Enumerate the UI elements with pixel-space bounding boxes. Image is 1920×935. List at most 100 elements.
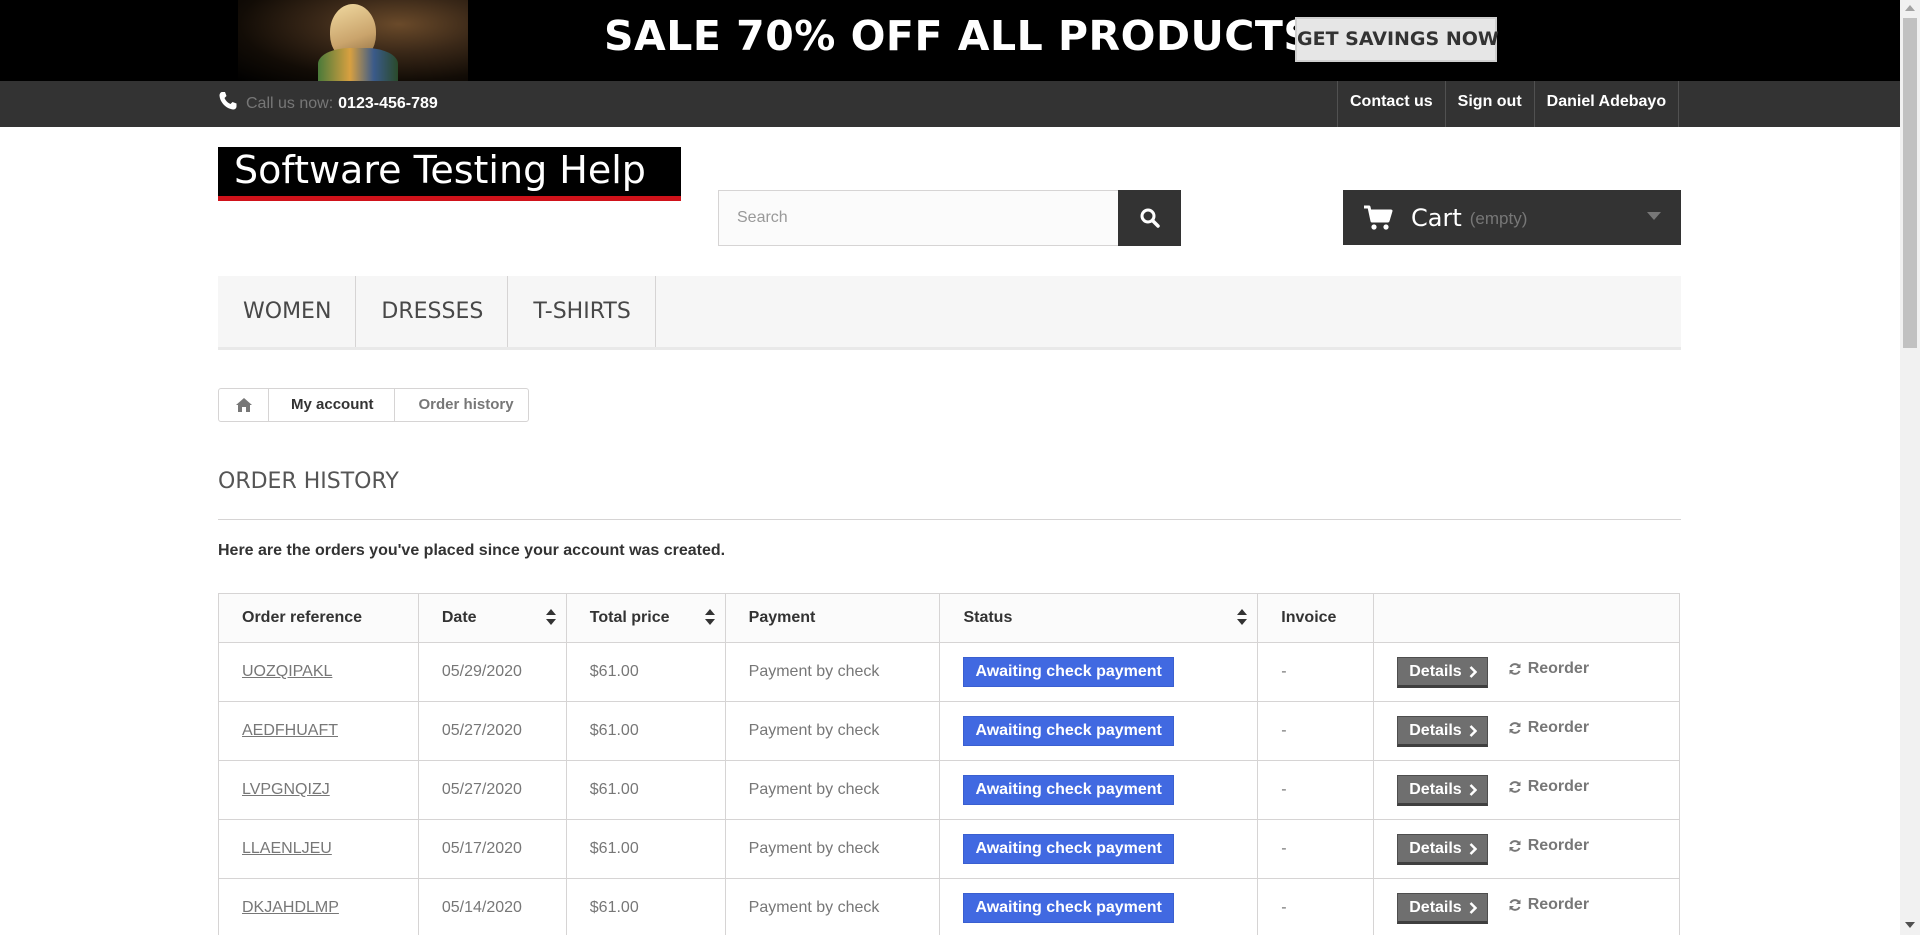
title-divider (218, 519, 1681, 520)
table-header-row: Order reference Date Total price Payment… (218, 593, 1680, 643)
col-label: Order reference (242, 609, 363, 626)
cell-payment: Payment by check (724, 642, 941, 702)
search-input[interactable] (719, 191, 1118, 245)
status-badge: Awaiting check payment (963, 716, 1174, 746)
phone-icon (219, 92, 237, 110)
chevron-right-icon (1469, 842, 1477, 855)
details-button[interactable]: Details (1397, 833, 1488, 865)
col-total-price[interactable]: Total price (565, 593, 726, 643)
cell-invoice: - (1257, 760, 1375, 820)
status-badge: Awaiting check payment (963, 657, 1174, 687)
details-button[interactable]: Details (1397, 656, 1488, 688)
site-logo[interactable]: Software Testing Help (218, 147, 681, 201)
cell-date: 05/27/2020 (417, 701, 567, 761)
details-label: Details (1409, 839, 1462, 857)
reorder-link[interactable]: Reorder (1508, 778, 1589, 796)
banner-headline: SALE 70% OFF ALL PRODUCTS (604, 12, 1314, 60)
reorder-link[interactable]: Reorder (1508, 896, 1589, 914)
details-label: Details (1409, 780, 1462, 798)
menu-item-women[interactable]: WOMEN (218, 276, 357, 347)
table-row: LVPGNQIZJ 05/27/2020 $61.00 Payment by chec… (218, 760, 1680, 820)
order-reference-link[interactable]: AEDFHUAFT (242, 722, 338, 739)
table-row: LLAENLJEU 05/17/2020 $61.00 Payment by chec… (218, 819, 1680, 879)
search-bar (718, 190, 1181, 246)
order-reference-link[interactable]: DKJAHDLMP (242, 899, 339, 916)
page-title: ORDER HISTORY (218, 469, 399, 494)
logo-text: Software Testing Help (234, 148, 646, 192)
cell-date: 05/27/2020 (417, 760, 567, 820)
table-row: UOZQIPAKL 05/29/2020 $61.00 Payment by chec… (218, 642, 1680, 702)
call-label: Call us now: (246, 95, 334, 112)
contact-us-link[interactable]: Contact us (1338, 81, 1446, 127)
cell-total: $61.00 (565, 642, 726, 702)
reorder-label: Reorder (1527, 777, 1590, 795)
col-label: Invoice (1281, 609, 1337, 626)
sort-icon (704, 609, 715, 625)
cell-reference: LLAENLJEU (218, 819, 419, 879)
cart-status: (empty) (1469, 209, 1528, 228)
scroll-up-arrow[interactable] (1905, 5, 1915, 11)
col-date[interactable]: Date (417, 593, 567, 643)
order-reference-link[interactable]: UOZQIPAKL (242, 663, 332, 680)
col-label: Total price (589, 609, 670, 626)
cell-total: $61.00 (565, 760, 726, 820)
sort-icon (1237, 609, 1248, 625)
banner-model-image (238, 0, 468, 81)
chevron-right-icon (1469, 724, 1477, 737)
cell-reference: LVPGNQIZJ (218, 760, 419, 820)
col-invoice: Invoice (1257, 593, 1375, 643)
status-badge: Awaiting check payment (963, 893, 1174, 923)
cell-status: Awaiting check payment (939, 760, 1259, 820)
reorder-label: Reorder (1527, 718, 1590, 736)
cell-actions: Details Reorder (1373, 760, 1680, 820)
breadcrumb-home[interactable] (219, 389, 269, 421)
col-status[interactable]: Status (939, 593, 1259, 643)
col-label: Date (441, 609, 477, 626)
promo-banner[interactable]: SALE 70% OFF ALL PRODUCTS GET SAVINGS NO… (0, 0, 1900, 81)
cell-invoice: - (1257, 878, 1375, 935)
reorder-link[interactable]: Reorder (1508, 660, 1589, 678)
cart-button[interactable]: Cart (empty) (1343, 190, 1681, 245)
status-badge: Awaiting check payment (963, 775, 1174, 805)
scroll-thumb[interactable] (1903, 18, 1917, 348)
reorder-label: Reorder (1527, 895, 1590, 913)
page-scrollbar[interactable] (1900, 0, 1920, 935)
cell-total: $61.00 (565, 878, 726, 935)
chevron-right-icon (1469, 665, 1477, 678)
scroll-down-arrow[interactable] (1905, 922, 1915, 928)
col-label: Payment (748, 609, 816, 626)
order-reference-link[interactable]: LLAENLJEU (242, 840, 332, 857)
search-icon (1140, 208, 1160, 228)
col-payment: Payment (724, 593, 941, 643)
table-row: AEDFHUAFT 05/27/2020 $61.00 Payment by chec… (218, 701, 1680, 761)
details-button[interactable]: Details (1397, 715, 1488, 747)
col-order-reference: Order reference (218, 593, 419, 643)
cart-label: Cart (1411, 203, 1462, 232)
intro-text: Here are the orders you've placed since … (218, 542, 726, 559)
reorder-link[interactable]: Reorder (1508, 719, 1589, 737)
breadcrumb-order-history: Order history (418, 396, 514, 413)
get-savings-button[interactable]: GET SAVINGS NOW (1295, 17, 1499, 62)
search-button[interactable] (1118, 190, 1181, 246)
order-reference-link[interactable]: LVPGNQIZJ (242, 781, 330, 798)
cell-actions: Details Reorder (1373, 819, 1680, 879)
cell-status: Awaiting check payment (939, 819, 1259, 879)
cell-total: $61.00 (565, 701, 726, 761)
col-actions (1373, 593, 1680, 643)
cell-reference: AEDFHUAFT (218, 701, 419, 761)
menu-item-dresses[interactable]: DRESSES (356, 276, 509, 347)
details-button[interactable]: Details (1397, 892, 1488, 924)
reorder-link[interactable]: Reorder (1508, 837, 1589, 855)
breadcrumb-my-account[interactable]: My account (269, 389, 395, 421)
cell-date: 05/29/2020 (417, 642, 567, 702)
cell-invoice: - (1257, 642, 1375, 702)
sign-out-link[interactable]: Sign out (1446, 81, 1535, 127)
chevron-right-icon (1469, 901, 1477, 914)
cell-payment: Payment by check (724, 760, 941, 820)
menu-item-tshirts[interactable]: T-SHIRTS (508, 276, 656, 347)
breadcrumb: My account Order history (218, 388, 529, 422)
details-button[interactable]: Details (1397, 774, 1488, 806)
user-account-link[interactable]: Daniel Adebayo (1535, 81, 1680, 127)
status-badge: Awaiting check payment (963, 834, 1174, 864)
refresh-icon (1509, 839, 1521, 852)
